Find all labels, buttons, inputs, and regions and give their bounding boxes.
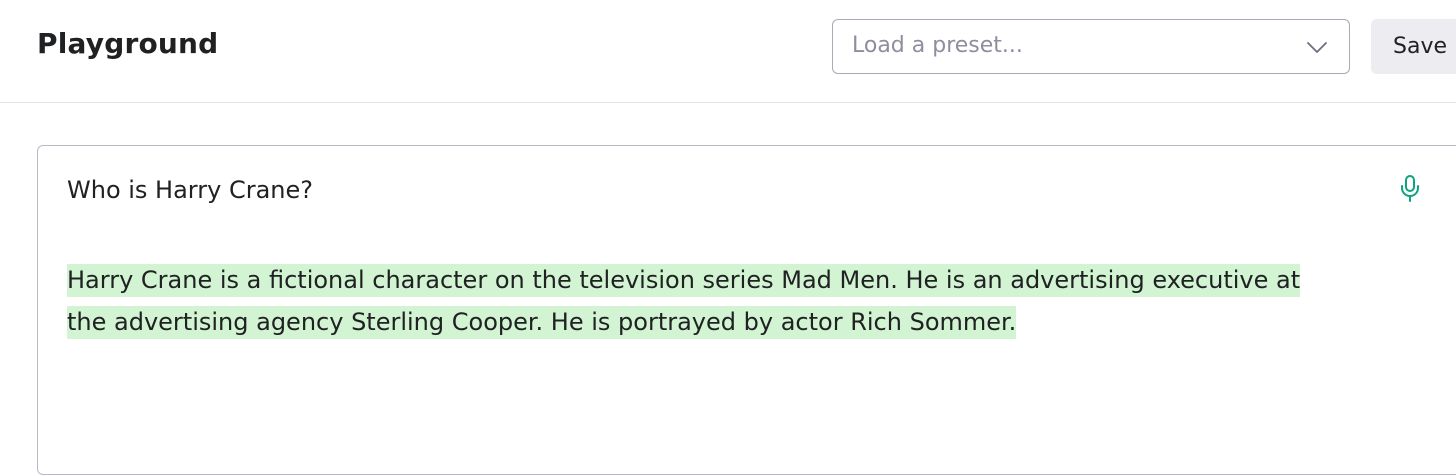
preset-select[interactable]: Load a preset... — [832, 19, 1350, 74]
save-button[interactable]: Save — [1371, 19, 1456, 74]
chevron-down-icon — [1307, 42, 1327, 53]
microphone-icon[interactable] — [1396, 173, 1424, 203]
completion-text: Harry Crane is a fictional character on … — [67, 259, 1367, 343]
page-title: Playground — [37, 27, 219, 60]
top-bar: Playground Load a preset... Save — [0, 0, 1456, 103]
prompt-text: Who is Harry Crane? — [67, 176, 313, 204]
completion-line: Harry Crane is a fictional character on … — [67, 264, 1301, 297]
preset-placeholder: Load a preset... — [852, 33, 1023, 58]
completion-line: the advertising agency Sterling Cooper. … — [67, 306, 1017, 339]
